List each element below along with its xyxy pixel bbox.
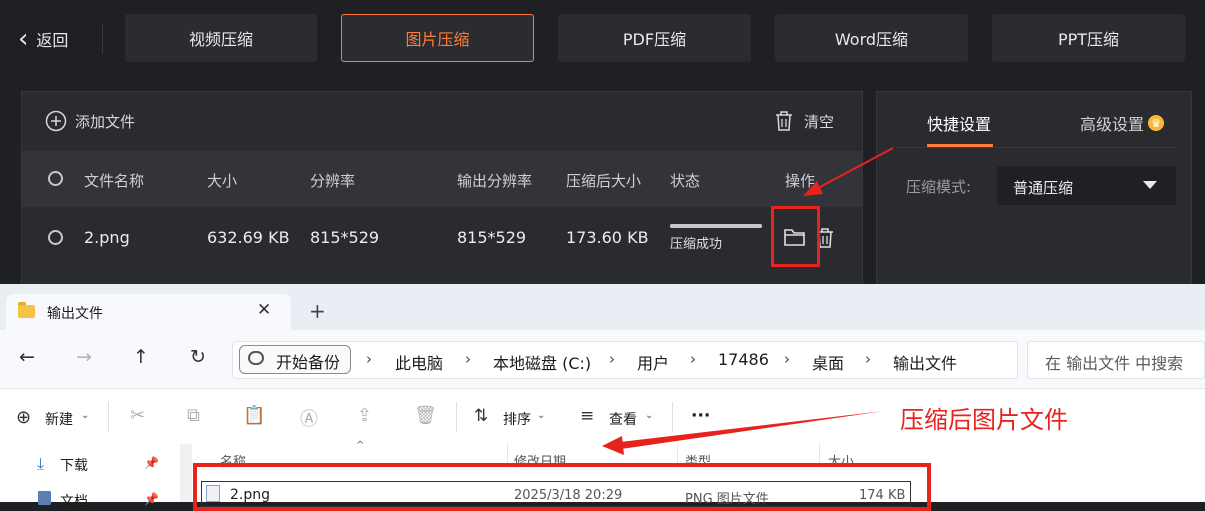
annotation-arrow [803,147,894,196]
annotation-arrow [602,411,884,455]
annotation-label: 压缩后图片文件 [900,406,1068,434]
